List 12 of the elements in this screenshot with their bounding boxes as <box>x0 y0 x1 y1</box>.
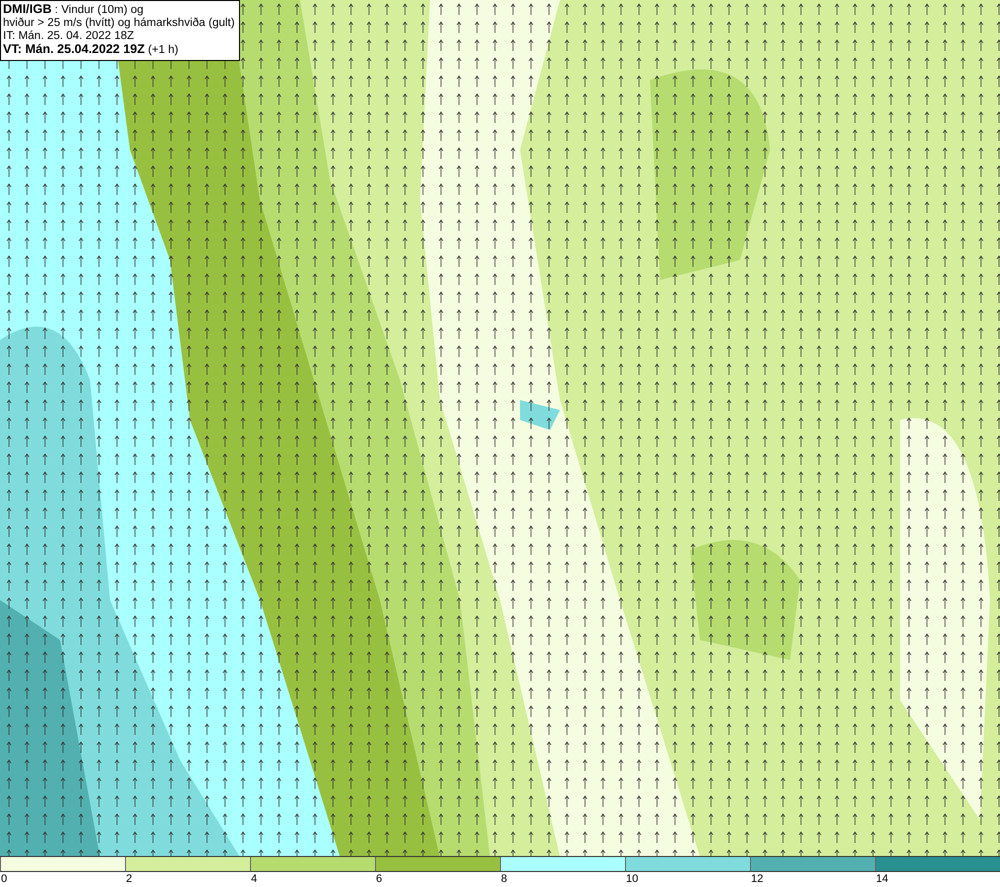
caption-line: hviður > 25 m/s (hvítt) og hámarkshviða (gult) <box>3 17 235 30</box>
legend-tick-label: 4 <box>250 872 258 887</box>
legend-tick-label: 8 <box>500 872 508 887</box>
legend-tick-label: 6 <box>375 872 384 887</box>
caption-line: VT: Mán. 25.04.2022 19Z (+1 h) <box>3 43 180 57</box>
caption-line: IT: Mán. 25. 04. 2022 18Z <box>3 30 136 43</box>
legend-tick-label: 12 <box>750 872 764 887</box>
caption-line: DMI/IGB : Vindur (10m) og <box>3 3 144 17</box>
legend-tick-label: 0 <box>0 872 8 887</box>
legend-tick-label: 10 <box>625 872 640 887</box>
legend-tick-label: 2 <box>125 872 134 887</box>
legend-tick-label: 14 <box>875 872 890 887</box>
